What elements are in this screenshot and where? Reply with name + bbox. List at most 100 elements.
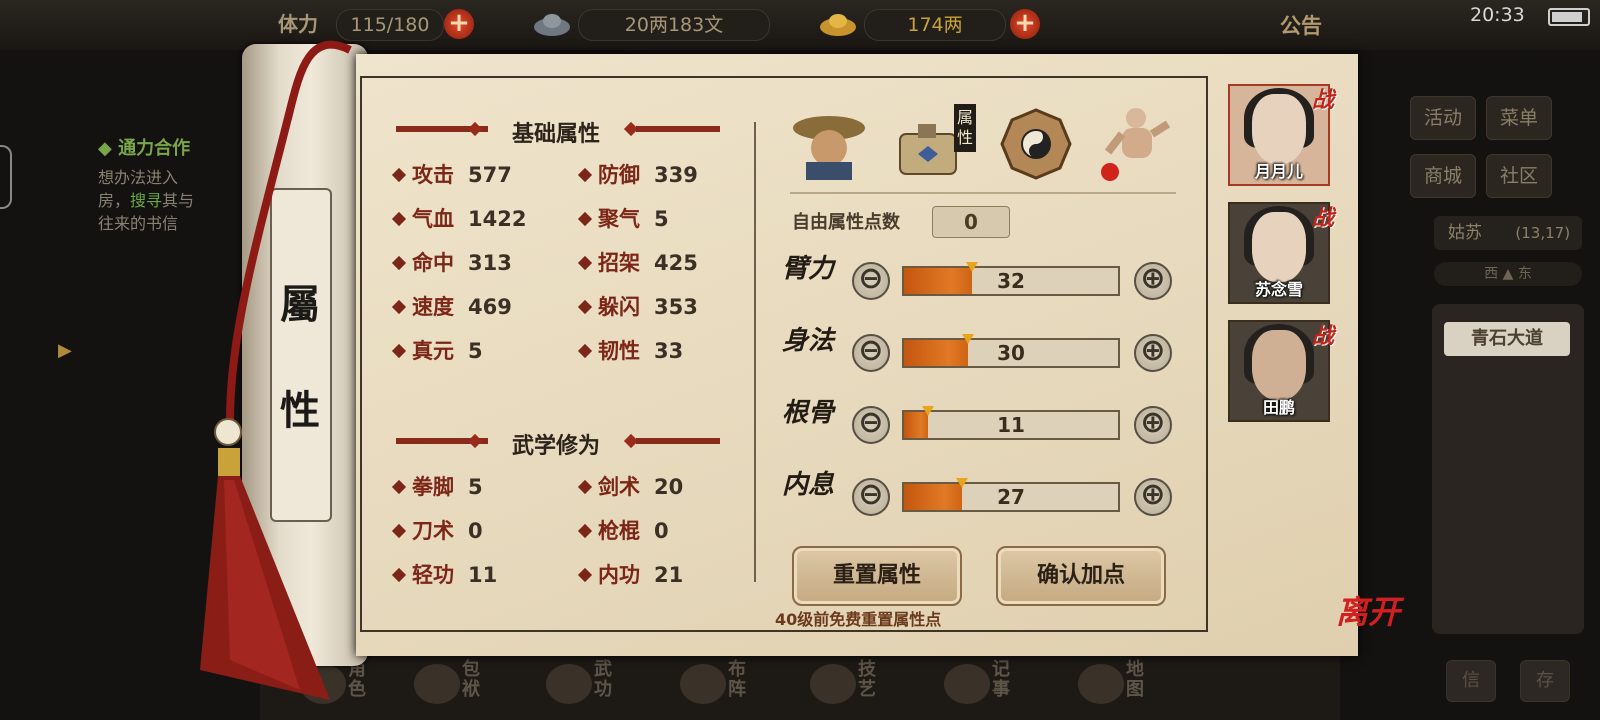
stat-bullet: [391, 167, 407, 183]
nav-label: 地图: [1126, 659, 1144, 700]
add-gold-button[interactable]: +: [1010, 9, 1040, 39]
map-icon: [1078, 664, 1124, 704]
stat-label: 刀术: [412, 519, 454, 543]
clock: 20:33: [1470, 4, 1525, 26]
stat-bullet: [577, 567, 593, 583]
notice-button[interactable]: 公告: [1280, 10, 1322, 40]
party-member-1[interactable]: 月月儿 战: [1228, 84, 1334, 186]
stat-bullet: [391, 479, 407, 495]
hero-face: [1252, 330, 1306, 400]
reset-attributes-button[interactable]: 重置属性: [792, 546, 962, 606]
bar-value: 32: [997, 269, 1025, 293]
stat-lightness: 轻功 11: [391, 560, 497, 590]
shop-button[interactable]: 商城: [1410, 154, 1476, 198]
expand-arrow-icon[interactable]: ▶: [58, 340, 86, 368]
stat-toughness: 韧性 33: [577, 336, 684, 366]
stat-label: 枪棍: [598, 519, 640, 543]
attr-strength-name: 臂力: [782, 254, 835, 284]
tab-formation[interactable]: [1000, 108, 1078, 186]
nav-label: 技艺: [858, 659, 876, 700]
strength-minus-button[interactable]: ⊖: [852, 262, 890, 300]
nav-label: 记事: [992, 659, 1010, 700]
nav-inventory[interactable]: 包袱: [414, 660, 504, 716]
ornament: [636, 126, 720, 132]
agility-plus-button[interactable]: ⊕: [1134, 334, 1172, 372]
battery-icon: [1548, 8, 1590, 26]
stat-label: 命中: [412, 251, 454, 275]
nav-journal[interactable]: 记事: [944, 660, 1034, 716]
mail-button[interactable]: 信: [1446, 660, 1496, 702]
nav-label: 武功: [594, 659, 612, 700]
stat-hp: 气血 1422: [391, 204, 526, 234]
hero-name: 田鹏: [1262, 398, 1295, 417]
stat-label: 聚气: [598, 207, 640, 231]
community-button[interactable]: 社区: [1486, 154, 1552, 198]
stat-accuracy: 命中 313: [391, 248, 512, 278]
save-button[interactable]: 存: [1520, 660, 1570, 702]
stat-spear: 枪棍 0: [577, 516, 669, 546]
stat-value: 33: [654, 339, 684, 363]
strength-plus-button[interactable]: ⊕: [1134, 262, 1172, 300]
party-member-3[interactable]: 田鹏 战: [1228, 320, 1334, 422]
copper-counter: 20两183文: [578, 9, 770, 41]
bar-value: 27: [997, 485, 1025, 509]
inner-breath-minus-button[interactable]: ⊖: [852, 478, 890, 516]
nav-map[interactable]: 地图: [1078, 660, 1168, 716]
stat-bullet: [391, 255, 407, 271]
stat-value: 469: [468, 295, 512, 319]
stat-value: 21: [654, 563, 684, 587]
stat-fist: 拳脚 5: [391, 472, 483, 502]
stat-bullet: [577, 211, 593, 227]
constitution-minus-button[interactable]: ⊖: [852, 406, 890, 444]
side-tab-handle[interactable]: [0, 145, 12, 209]
menu-button[interactable]: 菜单: [1486, 96, 1552, 140]
nav-skills[interactable]: 技艺: [810, 660, 900, 716]
stat-value: 0: [654, 519, 669, 543]
confirm-points-button[interactable]: 确认加点: [996, 546, 1166, 606]
attr-constitution-name: 根骨: [782, 398, 835, 428]
gold-ingot-icon: [818, 9, 858, 39]
stat-value: 20: [654, 475, 684, 499]
nav-martial-arts[interactable]: 武功: [546, 660, 636, 716]
stat-attack: 攻击 577: [391, 160, 512, 190]
location-box: 姑苏 (13,17): [1434, 216, 1582, 250]
gold-counter: 174两: [864, 9, 1006, 41]
add-stamina-button[interactable]: +: [444, 9, 474, 39]
books-icon: [546, 664, 592, 704]
stat-value: 425: [654, 251, 698, 275]
hat-character-icon: [793, 116, 865, 180]
inner-breath-plus-button[interactable]: ⊕: [1134, 478, 1172, 516]
stat-value: 339: [654, 163, 698, 187]
constitution-plus-button[interactable]: ⊕: [1134, 406, 1172, 444]
stat-label: 躲闪: [598, 295, 640, 319]
attr-inner-breath-name: 内息: [782, 470, 835, 500]
stat-value: 313: [468, 251, 512, 275]
party-member-2[interactable]: 苏念雪 战: [1228, 202, 1334, 304]
activity-button[interactable]: 活动: [1410, 96, 1476, 140]
nav-label: 布阵: [728, 659, 746, 700]
tab-character[interactable]: [790, 104, 868, 182]
stat-bullet: [391, 299, 407, 315]
stat-label: 真元: [412, 339, 454, 363]
battle-badge: 战: [1311, 87, 1334, 113]
current-place[interactable]: 青石大道: [1444, 322, 1570, 356]
agility-minus-button[interactable]: ⊖: [852, 334, 890, 372]
nav-formation[interactable]: 布阵: [680, 660, 770, 716]
quest-text-part: 房，: [98, 191, 131, 210]
leave-button[interactable]: 离开: [1336, 596, 1400, 628]
strength-bar: 32: [902, 262, 1120, 296]
stat-bullet: [391, 343, 407, 359]
attr-agility-name: 身法: [782, 326, 835, 356]
nav-label: 包袱: [462, 659, 480, 700]
stat-qi-gather: 聚气 5: [577, 204, 669, 234]
column-divider: [754, 122, 756, 582]
stat-blade: 刀术 0: [391, 516, 483, 546]
location-name: 姑苏: [1448, 223, 1482, 243]
tab-meridians[interactable]: [1098, 104, 1176, 182]
copper-ingot-icon: [532, 9, 572, 39]
stat-label: 轻功: [412, 563, 454, 587]
stat-value: 5: [468, 475, 483, 499]
compass: 西 ▲ 东: [1434, 262, 1582, 286]
quest-title[interactable]: ◆ 通力合作: [98, 134, 190, 160]
stat-parry: 招架 425: [577, 248, 698, 278]
